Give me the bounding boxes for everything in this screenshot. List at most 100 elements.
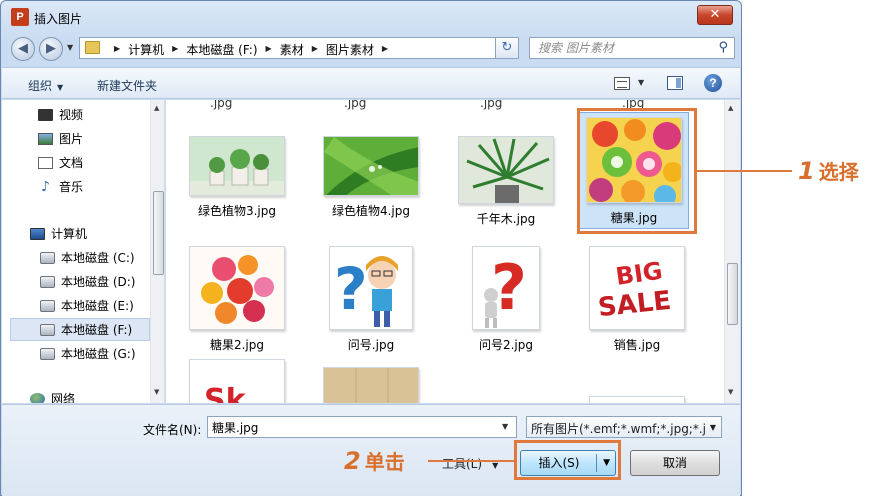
preview-pane-icon[interactable] <box>667 76 683 90</box>
search-input[interactable] <box>538 40 708 56</box>
back-arrow-icon: ◀ <box>18 41 28 56</box>
file-list-scroll-thumb[interactable] <box>727 263 738 325</box>
nav-item-drive-e[interactable]: 本地磁盘 (E:) <box>40 297 134 314</box>
nav-item-videos[interactable]: 视频 <box>38 106 83 123</box>
highlight-selected-file <box>577 108 697 234</box>
organize-menu[interactable]: 组织 ▼ <box>28 77 63 94</box>
computer-icon <box>30 227 45 240</box>
nav-item-network[interactable]: 网络 <box>30 390 75 403</box>
annotation-step-number: 2 <box>344 447 361 475</box>
video-icon <box>38 108 53 121</box>
file-item[interactable]: 绿色植物3.jpg <box>178 136 296 219</box>
scroll-up-icon[interactable]: ▲ <box>154 104 159 112</box>
annotation-step-number: 1 <box>798 157 815 185</box>
highlight-insert-button <box>514 440 621 480</box>
nav-item-documents[interactable]: 文档 <box>38 154 83 171</box>
file-name: 绿色植物3.jpg <box>197 204 277 218</box>
view-options-icon[interactable] <box>614 77 630 90</box>
file-item[interactable]: 糖果2.jpg <box>178 246 296 353</box>
address-bar[interactable]: ▶ 计算机 ▶ 本地磁盘 (F:) ▶ 素材 ▶ 图片素材 ▶ ▼ <box>79 37 519 59</box>
nav-scroll-thumb[interactable] <box>153 191 164 275</box>
chevron-right-icon[interactable]: ▶ <box>266 41 272 58</box>
nav-item-label: 本地磁盘 (F:) <box>61 323 133 337</box>
file-item[interactable]: BIG SALE 销售.jpg <box>578 246 696 353</box>
breadcrumb-drive-f[interactable]: 本地磁盘 (F:) <box>186 41 257 58</box>
drive-icon <box>40 251 55 264</box>
file-item[interactable]: Sk <box>178 359 296 403</box>
partial-file-label: .jpg <box>344 100 367 110</box>
breadcrumb-computer[interactable]: 计算机 <box>128 41 164 58</box>
file-item[interactable]: 绿色植物4.jpg <box>312 136 430 219</box>
file-thumbnail-paper <box>323 367 419 403</box>
drive-icon <box>40 347 55 360</box>
filename-input[interactable] <box>207 416 517 438</box>
breadcrumb-picture-materials[interactable]: 图片素材 <box>326 41 374 58</box>
file-item[interactable] <box>312 367 430 403</box>
scroll-down-icon[interactable]: ▼ <box>728 388 733 396</box>
nav-item-drive-f[interactable]: 本地磁盘 (F:) <box>10 318 150 341</box>
network-icon <box>30 392 45 403</box>
nav-item-pictures[interactable]: 图片 <box>38 130 83 147</box>
refresh-button[interactable]: ↻ <box>495 37 519 59</box>
nav-item-label: 视频 <box>59 108 84 122</box>
insert-picture-dialog: P 插入图片 ✕ ◀ ▶ ▼ ▶ 计算机 ▶ 本地磁盘 (F:) ▶ 素材 ▶ … <box>0 0 742 496</box>
nav-scrollbar[interactable]: ▲ ▼ <box>150 100 164 403</box>
cancel-button[interactable]: 取消 <box>630 450 720 476</box>
nav-item-label: 图片 <box>59 132 84 146</box>
file-item[interactable]: ? 问号.jpg <box>312 246 430 353</box>
file-thumbnail-dracaena <box>458 136 554 204</box>
file-thumbnail-partial <box>589 396 685 403</box>
file-thumbnail-plants <box>189 136 285 196</box>
callout-line-click <box>428 460 514 462</box>
scroll-down-icon[interactable]: ▼ <box>154 388 159 396</box>
nav-item-drive-g[interactable]: 本地磁盘 (G:) <box>40 345 136 362</box>
title-bar: P 插入图片 ✕ <box>1 1 741 35</box>
file-item[interactable]: 千年木.jpg <box>447 136 565 227</box>
nav-item-drive-c[interactable]: 本地磁盘 (C:) <box>40 249 135 266</box>
back-button[interactable]: ◀ <box>11 37 35 61</box>
nav-item-label: 音乐 <box>59 180 84 194</box>
chevron-right-icon[interactable]: ▶ <box>382 41 388 58</box>
file-name: 绿色植物4.jpg <box>331 204 411 218</box>
forward-button[interactable]: ▶ <box>39 37 63 61</box>
partial-file-label: .jpg <box>480 100 503 110</box>
view-dropdown-icon[interactable]: ▼ <box>638 78 644 87</box>
partial-file-label: .jpg <box>210 100 233 110</box>
annotation-step-text: 选择 <box>818 160 859 184</box>
close-button[interactable]: ✕ <box>697 5 733 25</box>
folder-icon <box>85 41 100 54</box>
nav-item-music[interactable]: ♪ 音乐 <box>38 178 83 195</box>
annotation-step-text: 单击 <box>364 450 405 474</box>
file-item[interactable] <box>578 396 696 403</box>
nav-item-label: 本地磁盘 (D:) <box>61 275 136 289</box>
navigation-row: ◀ ▶ ▼ ▶ 计算机 ▶ 本地磁盘 (F:) ▶ 素材 ▶ 图片素材 ▶ ▼ … <box>1 35 741 63</box>
chevron-down-icon: ▼ <box>492 461 499 470</box>
file-type-select[interactable]: 所有图片(*.emf;*.wmf;*.jpg;*.j ▼ <box>526 416 722 438</box>
file-type-value: 所有图片(*.emf;*.wmf;*.jpg;*.j <box>531 422 706 436</box>
help-icon[interactable]: ? <box>704 74 722 92</box>
chevron-down-icon: ▼ <box>709 423 716 432</box>
file-list-scrollbar[interactable]: ▲ ▼ <box>724 100 740 403</box>
navigation-pane: 视频 图片 文档 ♪ 音乐 计算机 本地磁盘 (C:) 本地磁盘 (D:) 本地磁… <box>2 100 165 403</box>
nav-item-computer[interactable]: 计算机 <box>30 225 87 242</box>
search-icon[interactable]: ⚲ <box>718 40 728 55</box>
filename-dropdown-icon[interactable]: ▼ <box>502 422 508 431</box>
chevron-right-icon[interactable]: ▶ <box>312 41 318 58</box>
tools-menu[interactable]: 工具(L) ▼ <box>442 455 498 472</box>
file-thumbnail-sale-text: Sk <box>189 359 285 403</box>
file-name: 销售.jpg <box>613 338 661 352</box>
file-thumbnail-big-sale: BIG SALE <box>589 246 685 330</box>
file-item[interactable]: ? 问号2.jpg <box>447 246 565 353</box>
new-folder-button[interactable]: 新建文件夹 <box>97 77 157 94</box>
breadcrumb: ▶ 计算机 ▶ 本地磁盘 (F:) ▶ 素材 ▶ 图片素材 ▶ <box>106 41 396 58</box>
history-dropdown-icon[interactable]: ▼ <box>67 43 73 52</box>
chevron-right-icon[interactable]: ▶ <box>172 41 178 58</box>
search-box[interactable]: ⚲ <box>529 37 735 59</box>
documents-icon <box>38 156 53 169</box>
svg-text:?: ? <box>334 255 368 323</box>
breadcrumb-materials[interactable]: 素材 <box>280 41 304 58</box>
scroll-up-icon[interactable]: ▲ <box>728 104 733 112</box>
nav-item-label: 网络 <box>51 392 76 403</box>
chevron-right-icon[interactable]: ▶ <box>114 41 120 58</box>
nav-item-drive-d[interactable]: 本地磁盘 (D:) <box>40 273 135 290</box>
